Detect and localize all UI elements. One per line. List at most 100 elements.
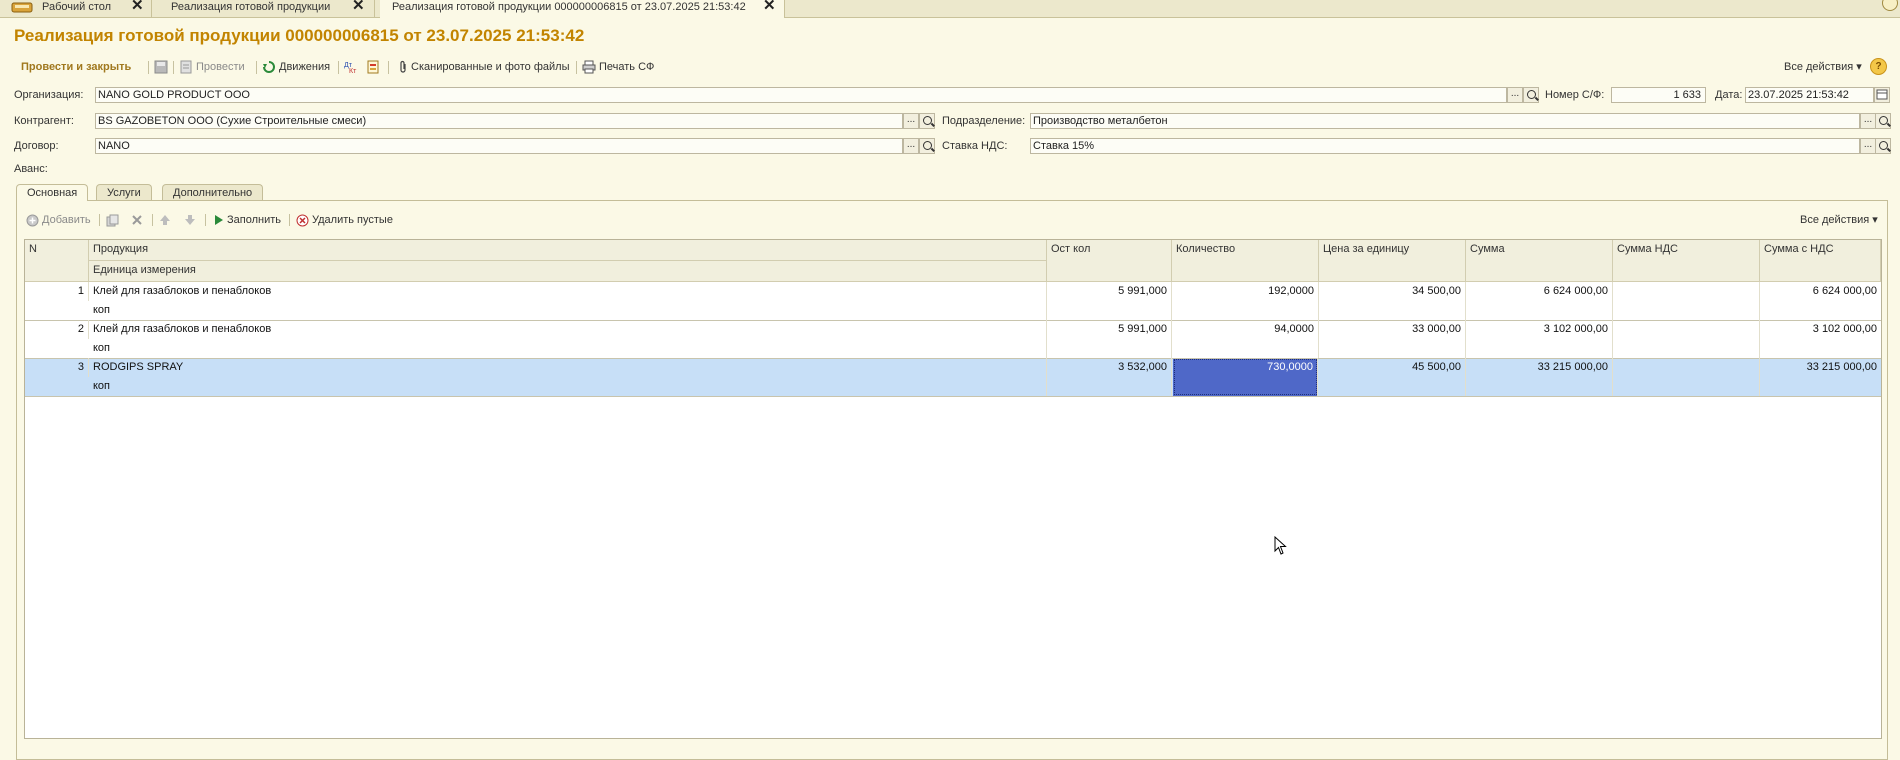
row-number: 3 [25, 358, 89, 377]
scanned-files-button[interactable]: Сканированные и фото файлы [398, 58, 570, 76]
sum-value[interactable]: 33 215 000,00 [1466, 358, 1613, 396]
total-value[interactable]: 3 102 000,00 [1760, 320, 1881, 358]
movements-icon [263, 61, 275, 74]
product-name[interactable]: Клей для газаблоков и пенаблоков [89, 320, 1047, 339]
tab-realization-list[interactable]: Реализация готовой продукции ✕ [160, 0, 375, 17]
price-value[interactable]: 34 500,00 [1319, 282, 1466, 320]
window-help-icon[interactable] [1882, 0, 1898, 11]
all-actions-label: Все действия [1800, 214, 1870, 226]
chevron-down-icon: ▾ [1856, 61, 1862, 73]
close-icon[interactable]: ✕ [131, 0, 144, 13]
column-header-n[interactable]: N [25, 240, 89, 282]
ellipsis-button[interactable]: ... [1860, 113, 1876, 129]
delete-icon [132, 215, 142, 225]
printer-icon [582, 60, 596, 74]
vat-sum-value[interactable] [1613, 320, 1760, 358]
ellipsis-button[interactable]: ... [903, 113, 919, 129]
tab-realization-document[interactable]: Реализация готовой продукции 00000000681… [380, 0, 785, 18]
search-button[interactable] [1875, 113, 1891, 129]
search-icon [1879, 116, 1888, 125]
report-button[interactable] [366, 58, 383, 76]
add-row-button[interactable]: Добавить [26, 212, 91, 228]
all-actions-menu[interactable]: Все действия ▾ [1784, 58, 1862, 76]
sum-value[interactable]: 3 102 000,00 [1466, 320, 1613, 358]
copy-row-button[interactable] [106, 212, 119, 228]
movements-button[interactable]: Движения [262, 58, 330, 76]
counterparty-field[interactable]: BS GAZOBETON OOO (Сухие Строительные сме… [95, 113, 903, 129]
tab-services[interactable]: Услуги [96, 184, 152, 200]
play-icon [215, 215, 223, 226]
unit-name[interactable]: коп [89, 339, 1047, 358]
calendar-icon [1876, 89, 1888, 100]
sum-value[interactable]: 6 624 000,00 [1466, 282, 1613, 320]
toolbar-divider [338, 61, 339, 74]
contract-field[interactable]: NANO [95, 138, 903, 154]
fill-label: Заполнить [227, 214, 282, 226]
product-name[interactable]: Клей для газаблоков и пенаблоков [89, 282, 1047, 301]
tab-additional[interactable]: Дополнительно [162, 184, 264, 200]
move-up-button[interactable] [159, 212, 171, 228]
price-value[interactable]: 45 500,00 [1319, 358, 1466, 396]
organization-field[interactable]: NANO GOLD PRODUCT OOO [95, 87, 1507, 103]
column-header-price[interactable]: Цена за единицу [1319, 240, 1466, 282]
help-button[interactable]: ? [1870, 58, 1887, 75]
grid-all-actions-menu[interactable]: Все действия ▾ [1800, 212, 1878, 228]
save-icon [154, 60, 168, 74]
tab-main[interactable]: Основная [16, 184, 89, 201]
svg-text:Кт: Кт [349, 68, 357, 74]
all-actions-label: Все действия [1784, 61, 1854, 73]
search-icon [1527, 90, 1536, 99]
vat-sum-value[interactable] [1613, 282, 1760, 320]
delete-empty-button[interactable]: Удалить пустые [296, 212, 393, 228]
division-field[interactable]: Производство металбетон [1030, 113, 1860, 129]
ellipsis-button[interactable]: ... [1860, 138, 1876, 154]
total-value[interactable]: 33 215 000,00 [1760, 358, 1881, 396]
total-value[interactable]: 6 624 000,00 [1760, 282, 1881, 320]
column-header-unit[interactable]: Единица измерения [89, 261, 1047, 282]
tab-label: Рабочий стол [42, 1, 112, 13]
vat-rate-field[interactable]: Ставка 15% [1030, 138, 1860, 154]
ellipsis-button[interactable]: ... [903, 138, 919, 154]
date-field[interactable]: 23.07.2025 21:53:42 [1745, 87, 1874, 103]
unit-name[interactable]: коп [89, 301, 1047, 320]
vat-sum-value[interactable] [1613, 358, 1760, 396]
search-button[interactable] [1523, 87, 1539, 103]
product-name[interactable]: RODGIPS SPRAY [89, 358, 1047, 377]
ellipsis-button[interactable]: ... [1507, 87, 1523, 103]
close-icon[interactable]: ✕ [763, 0, 776, 13]
unit-name[interactable]: коп [89, 377, 1047, 396]
arrow-down-icon [185, 215, 195, 226]
column-header-vat-sum[interactable]: Сумма НДС [1613, 240, 1760, 282]
search-button[interactable] [1875, 138, 1891, 154]
search-button[interactable] [919, 138, 935, 154]
post-button[interactable]: Провести [179, 58, 245, 76]
products-table[interactable]: N Продукция Единица измерения Ост кол Ко… [24, 239, 1882, 739]
stock-value: 3 532,000 [1047, 358, 1172, 396]
column-header-total[interactable]: Сумма с НДС [1760, 240, 1881, 282]
move-down-button[interactable] [184, 212, 196, 228]
column-header-stock[interactable]: Ост кол [1047, 240, 1172, 282]
search-button[interactable] [919, 113, 935, 129]
quantity-value[interactable]: 192,0000 [1172, 282, 1319, 320]
close-icon[interactable]: ✕ [352, 0, 365, 13]
post-and-close-button[interactable]: Провести и закрыть [21, 58, 131, 76]
quantity-value[interactable]: 730,0000 [1173, 358, 1318, 396]
delete-row-button[interactable] [131, 212, 143, 228]
price-value[interactable]: 33 000,00 [1319, 320, 1466, 358]
add-label: Добавить [42, 214, 91, 226]
advance-label: Аванс: [14, 163, 48, 175]
calendar-button[interactable] [1874, 87, 1890, 103]
column-header-product[interactable]: Продукция [89, 240, 1047, 261]
save-button[interactable] [154, 58, 171, 76]
print-invoice-button[interactable]: Печать СФ [582, 58, 654, 76]
dt-kt-button[interactable]: Дт Кт [344, 58, 361, 76]
invoice-number-field[interactable]: 1 633 [1611, 87, 1706, 103]
vat-rate-label: Ставка НДС: [942, 140, 1008, 152]
column-header-sum[interactable]: Сумма [1466, 240, 1613, 282]
column-header-quantity[interactable]: Количество [1172, 240, 1319, 282]
quantity-value[interactable]: 94,0000 [1172, 320, 1319, 358]
toolbar-divider [99, 214, 100, 226]
fill-button[interactable]: Заполнить [214, 212, 281, 228]
tab-desktop[interactable]: Рабочий стол ✕ [0, 0, 152, 17]
tab-label: Реализация готовой продукции 00000000681… [392, 1, 746, 13]
